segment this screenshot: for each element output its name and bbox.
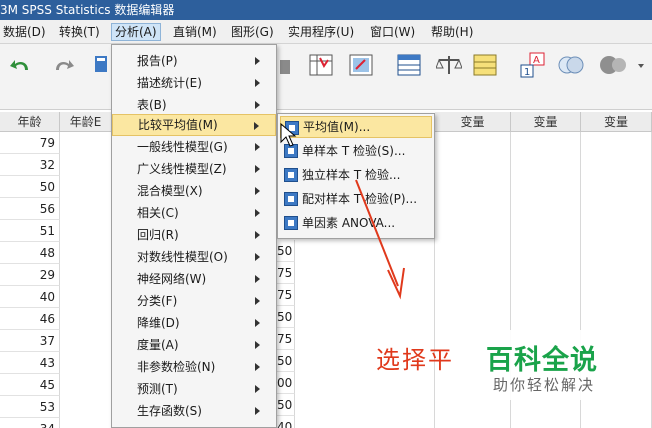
watermark-subtitle: 助你轻松解决 — [493, 376, 596, 394]
annotation-caption: 选择平 — [376, 346, 454, 374]
watermark-logo: 百科全说 — [486, 345, 598, 376]
